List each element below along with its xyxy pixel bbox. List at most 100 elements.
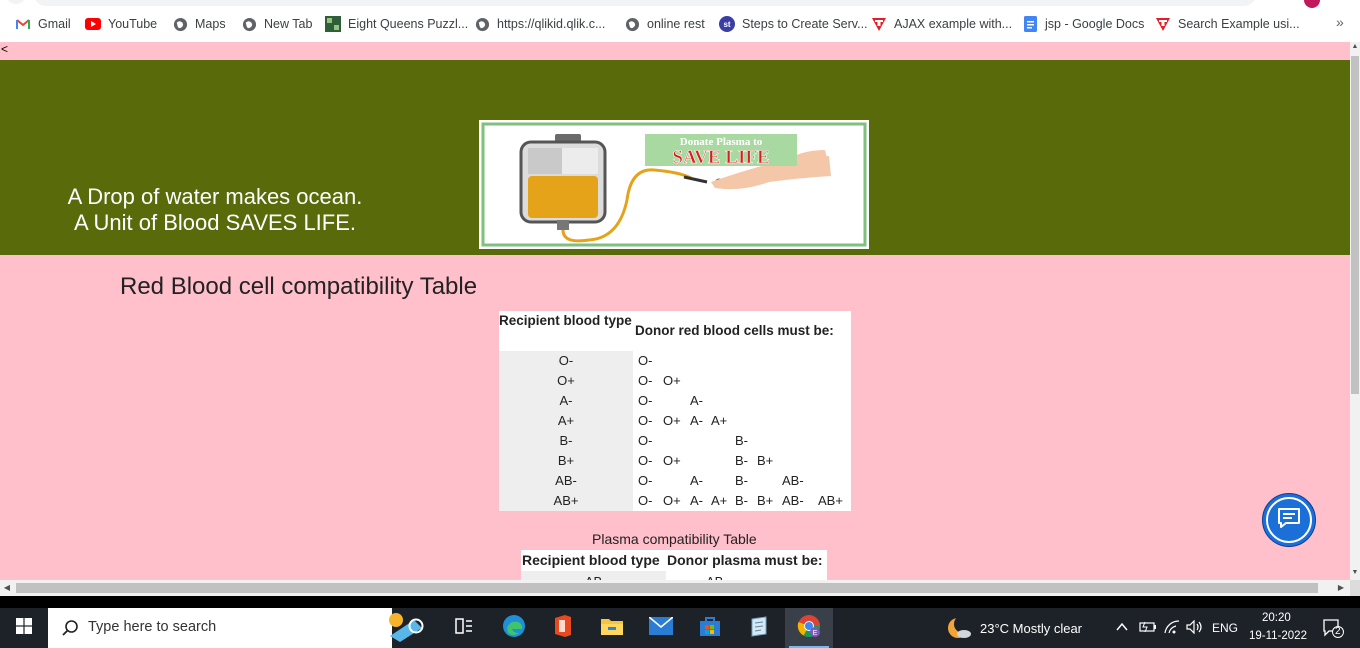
globe-icon: [241, 16, 257, 32]
table-cell-donor: AB: [706, 571, 723, 580]
input-language[interactable]: ENG: [1212, 621, 1238, 635]
search-placeholder: Type here to search: [88, 619, 217, 635]
table-cell-recipient: AB: [521, 571, 666, 580]
svg-text:E: E: [813, 630, 818, 637]
bookmark-ajax-example[interactable]: AJAX example with...: [871, 14, 1012, 34]
bookmark-online-rest[interactable]: online rest: [624, 14, 705, 34]
puzzle-image-icon: [325, 16, 341, 32]
table-cell-donor: B-: [735, 453, 748, 468]
table-cell-donor: A-: [690, 413, 703, 428]
taskbar-app-edge[interactable]: [490, 608, 538, 648]
table-cell-donor: A-: [690, 493, 703, 508]
google-docs-icon: [1022, 16, 1038, 32]
bookmark-jsp-docs[interactable]: jsp - Google Docs: [1022, 14, 1144, 34]
table-cell-donor: O-: [638, 493, 653, 508]
scroll-up-arrow-icon[interactable]: ▲: [1350, 42, 1360, 52]
bookmark-search-example[interactable]: Search Example usi...: [1155, 14, 1300, 34]
clock-time[interactable]: 20:20: [1262, 612, 1291, 624]
taskbar-search-box[interactable]: Type here to search: [48, 608, 422, 648]
column-header-recipient: Recipient blood type: [522, 552, 660, 568]
bookmark-label: Eight Queens Puzzl...: [348, 17, 469, 31]
scroll-down-arrow-icon[interactable]: ▼: [1350, 568, 1360, 578]
table-cell-donor: B-: [735, 493, 748, 508]
bookmark-maps[interactable]: Maps: [172, 14, 226, 34]
youtube-icon: [85, 16, 101, 32]
table-cell-donor: O-: [638, 393, 653, 408]
hero-banner: A Drop of water makes ocean. A Unit of B…: [0, 60, 1350, 255]
bookmark-eight-queens[interactable]: Eight Queens Puzzl...: [325, 14, 468, 34]
t-logo-icon: [1155, 16, 1171, 32]
more-bookmarks-button[interactable]: »: [1336, 14, 1344, 30]
window-bottom-edge: [0, 596, 1360, 608]
table-cell-donor: B+: [757, 453, 774, 468]
bookmarks-bar: Gmail YouTube Maps New Tab Eight Queens …: [0, 0, 1360, 42]
table-cell-donor: O-: [638, 413, 653, 428]
taskbar-app-store[interactable]: [686, 608, 734, 648]
table-cell-donor: O-: [638, 353, 653, 368]
table-cell-donor: A+: [711, 413, 728, 428]
wifi-icon[interactable]: [1164, 620, 1180, 639]
battery-icon[interactable]: [1139, 620, 1157, 639]
t-logo-icon: [871, 16, 887, 32]
table-cell-recipient: O+: [499, 371, 633, 391]
table-cell-donor: O-: [638, 473, 653, 488]
table-cell-donor: O-: [638, 373, 653, 388]
horizontal-scroll-thumb[interactable]: [16, 583, 1318, 593]
bookmark-steps-create[interactable]: st Steps to Create Serv...: [719, 14, 868, 34]
taskbar-app-chrome[interactable]: E: [785, 608, 833, 648]
windows-taskbar: Type here to search E 23°C Mostly clear …: [0, 608, 1360, 648]
table-cell-donor: B-: [735, 433, 748, 448]
bookmark-label: New Tab: [264, 17, 313, 31]
taskbar-app-mail[interactable]: [637, 608, 685, 648]
column-header-recipient: Recipient blood type: [499, 313, 632, 328]
table-cell-donor: O+: [663, 373, 681, 388]
start-button[interactable]: [0, 608, 48, 648]
table-cell-donor: O+: [663, 413, 681, 428]
bookmark-label: https://qlikid.qlik.c...: [497, 17, 606, 31]
table-cell-donor: AB-: [782, 493, 804, 508]
chrome-icon: E: [797, 614, 821, 643]
task-view-button[interactable]: [440, 608, 488, 648]
bookmark-youtube[interactable]: YouTube: [85, 14, 157, 34]
store-bag-icon: [699, 615, 721, 642]
weather-text[interactable]: 23°C Mostly clear: [980, 621, 1082, 636]
bookmark-label: YouTube: [108, 17, 158, 31]
profile-avatar[interactable]: [1304, 0, 1320, 8]
address-bar[interactable]: [34, 0, 1256, 6]
vertical-scrollbar[interactable]: ▲ ▼: [1350, 42, 1360, 580]
gmail-icon: [15, 16, 31, 32]
chat-widget-button[interactable]: [1262, 493, 1316, 547]
cortana-button[interactable]: [392, 608, 440, 648]
bookmark-label: Gmail: [38, 17, 71, 31]
table-cell-recipient: AB+: [499, 491, 633, 511]
slogan-line: A Drop of water makes ocean.: [67, 184, 363, 209]
table-cell-donor: A+: [711, 493, 728, 508]
slogan: A Drop of water makes ocean. A Unit of B…: [40, 184, 390, 236]
vertical-scroll-thumb[interactable]: [1351, 56, 1359, 394]
bookmark-qlikid[interactable]: https://qlikid.qlik.c...: [474, 14, 605, 34]
rbc-table-title: Red Blood cell compatibility Table: [120, 273, 478, 300]
taskbar-app-file-explorer[interactable]: [588, 608, 636, 648]
taskbar-app-notepad[interactable]: [735, 608, 783, 648]
weather-moon-icon[interactable]: [946, 615, 972, 645]
scroll-left-arrow-icon[interactable]: ◀: [0, 580, 14, 596]
notification-count: 2: [1335, 626, 1341, 637]
rbc-compatibility-table: Recipient blood type Donor red blood cel…: [499, 311, 851, 511]
chevron-up-icon[interactable]: [1116, 620, 1128, 638]
scroll-right-arrow-icon[interactable]: ▶: [1334, 580, 1348, 596]
table-cell-donor: A-: [690, 473, 703, 488]
notepad-icon: [748, 615, 770, 642]
horizontal-scrollbar[interactable]: ◀ ▶: [0, 580, 1350, 596]
table-cell-recipient: A+: [499, 411, 633, 431]
bookmark-new-tab[interactable]: New Tab: [241, 14, 312, 34]
banner-image-text: SAVE LIFE: [672, 147, 769, 168]
bookmark-gmail[interactable]: Gmail: [15, 14, 71, 34]
back-link[interactable]: <: [1, 42, 8, 56]
bookmark-label: Maps: [195, 17, 226, 31]
taskbar-app-office[interactable]: [539, 608, 587, 648]
task-view-icon: [455, 617, 473, 639]
donate-plasma-image: Donate Plasma to SAVE LIFE: [479, 120, 869, 249]
volume-icon[interactable]: [1186, 619, 1204, 639]
clock-date[interactable]: 19-11-2022: [1249, 630, 1307, 642]
st-icon: st: [719, 16, 735, 32]
